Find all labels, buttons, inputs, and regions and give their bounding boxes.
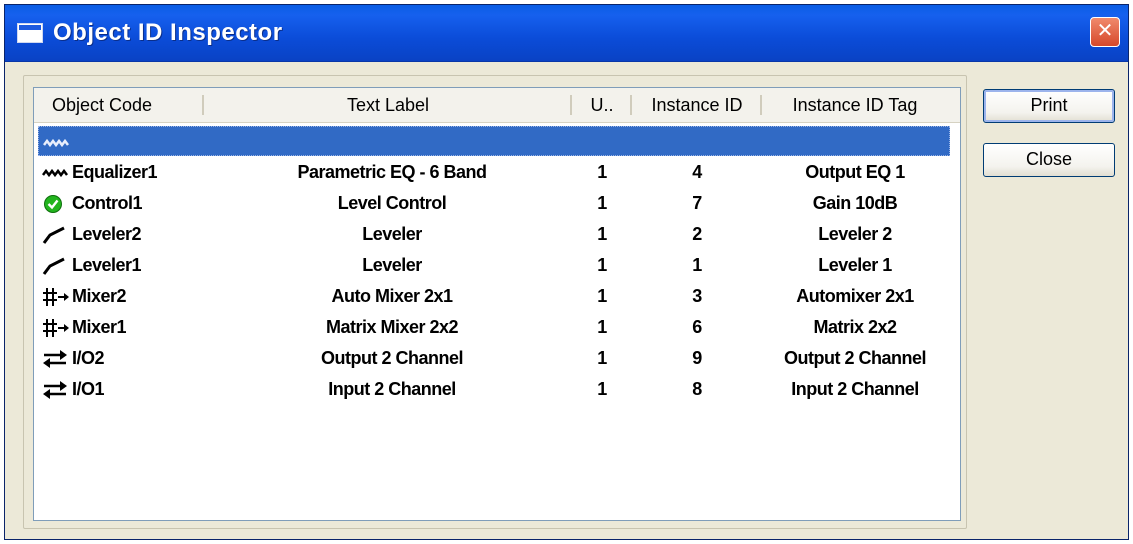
list-row[interactable]: Leveler2 Leveler 1 2 Leveler 2 — [38, 219, 950, 249]
row-object-code: Leveler1 — [72, 255, 142, 275]
row-instance-id-tag: Automixer 2x1 — [796, 286, 914, 306]
row-u: 1 — [597, 286, 607, 306]
row-instance-id-tag: Leveler 1 — [818, 255, 892, 275]
row-text-label: Leveler — [362, 224, 422, 244]
row-instance-id: 8 — [692, 379, 702, 399]
equalizer-icon — [42, 162, 70, 182]
row-instance-id-tag — [763, 127, 949, 157]
row-instance-id-tag: Leveler 2 — [818, 224, 892, 244]
column-header-object-code[interactable]: Object Code — [34, 88, 204, 122]
row-u: 1 — [597, 255, 607, 275]
row-instance-id: 1 — [692, 255, 702, 275]
row-u: 1 — [597, 379, 607, 399]
window-icon — [17, 23, 43, 43]
row-object-code — [73, 127, 203, 157]
window-title: Object ID Inspector — [53, 19, 283, 46]
object-list[interactable]: Object Code Text Label U.. Instance ID I… — [33, 87, 961, 521]
row-u: 1 — [597, 317, 607, 337]
row-instance-id-tag: Gain 10dB — [812, 193, 898, 213]
column-header-instance-id[interactable]: Instance ID — [632, 88, 762, 122]
io-arrows-icon — [42, 379, 70, 399]
print-button[interactable]: Print — [983, 89, 1115, 123]
list-row[interactable]: Leveler1 Leveler 1 1 Leveler 1 — [38, 250, 950, 280]
row-object-code: Mixer2 — [72, 286, 127, 306]
row-object-code: Equalizer1 — [72, 162, 158, 182]
row-text-label — [209, 127, 577, 157]
row-instance-id-tag: Matrix 2x2 — [813, 317, 897, 337]
list-row[interactable]: I/O2 Output 2 Channel 1 9 Output 2 Channel — [38, 343, 950, 373]
io-arrows-icon — [42, 348, 70, 368]
row-instance-id: 9 — [692, 348, 702, 368]
row-object-code: Mixer1 — [72, 317, 127, 337]
leveler-icon — [42, 224, 70, 244]
row-instance-id-tag: Input 2 Channel — [791, 379, 919, 399]
row-u: 1 — [597, 193, 607, 213]
list-row[interactable] — [38, 126, 950, 156]
equalizer-icon — [43, 132, 71, 152]
row-u — [573, 127, 633, 157]
mixer-icon — [42, 317, 70, 337]
column-header-u[interactable]: U.. — [572, 88, 632, 122]
row-instance-id-tag: Output 2 Channel — [784, 348, 927, 368]
row-instance-id: 4 — [692, 162, 702, 182]
row-instance-id: 6 — [692, 317, 702, 337]
title-bar[interactable]: Object ID Inspector ✕ — [5, 5, 1128, 62]
row-text-label: Matrix Mixer 2x2 — [325, 317, 459, 337]
row-instance-id — [633, 127, 763, 157]
row-text-label: Auto Mixer 2x1 — [331, 286, 453, 306]
column-header-text-label[interactable]: Text Label — [204, 88, 572, 122]
row-u: 1 — [597, 162, 607, 182]
row-u: 1 — [597, 348, 607, 368]
mixer-icon — [42, 286, 70, 306]
row-u: 1 — [597, 224, 607, 244]
row-text-label: Level Control — [337, 193, 447, 213]
list-row[interactable]: Mixer2 Auto Mixer 2x1 1 3 Automixer 2x1 — [38, 281, 950, 311]
row-object-code: Leveler2 — [72, 224, 142, 244]
object-id-inspector-dialog: Object ID Inspector ✕ Object Code Text L… — [4, 4, 1129, 540]
row-text-label: Input 2 Channel — [328, 379, 456, 399]
close-button[interactable]: Close — [983, 143, 1115, 177]
row-object-code: I/O2 — [72, 348, 105, 368]
row-instance-id: 3 — [692, 286, 702, 306]
list-header: Object Code Text Label U.. Instance ID I… — [34, 88, 960, 123]
row-object-code: I/O1 — [72, 379, 105, 399]
list-row[interactable]: Mixer1 Matrix Mixer 2x2 1 6 Matrix 2x2 — [38, 312, 950, 342]
window-close-button[interactable]: ✕ — [1090, 17, 1120, 47]
column-header-instance-id-tag[interactable]: Instance ID Tag — [762, 88, 948, 122]
row-text-label: Leveler — [362, 255, 422, 275]
row-object-code: Control1 — [72, 193, 143, 213]
list-row[interactable]: Control1 Level Control 1 7 Gain 10dB — [38, 188, 950, 218]
row-text-label: Parametric EQ - 6 Band — [297, 162, 487, 182]
leveler-icon — [42, 255, 70, 275]
row-instance-id: 7 — [692, 193, 702, 213]
row-text-label: Output 2 Channel — [321, 348, 464, 368]
list-row[interactable]: Equalizer1 Parametric EQ - 6 Band 1 4 Output… — [38, 157, 950, 187]
row-instance-id-tag: Output EQ 1 — [805, 162, 905, 182]
list-row[interactable]: I/O1 Input 2 Channel 1 8 Input 2 Channel — [38, 374, 950, 404]
row-instance-id: 2 — [692, 224, 702, 244]
control-check-icon — [42, 193, 70, 213]
